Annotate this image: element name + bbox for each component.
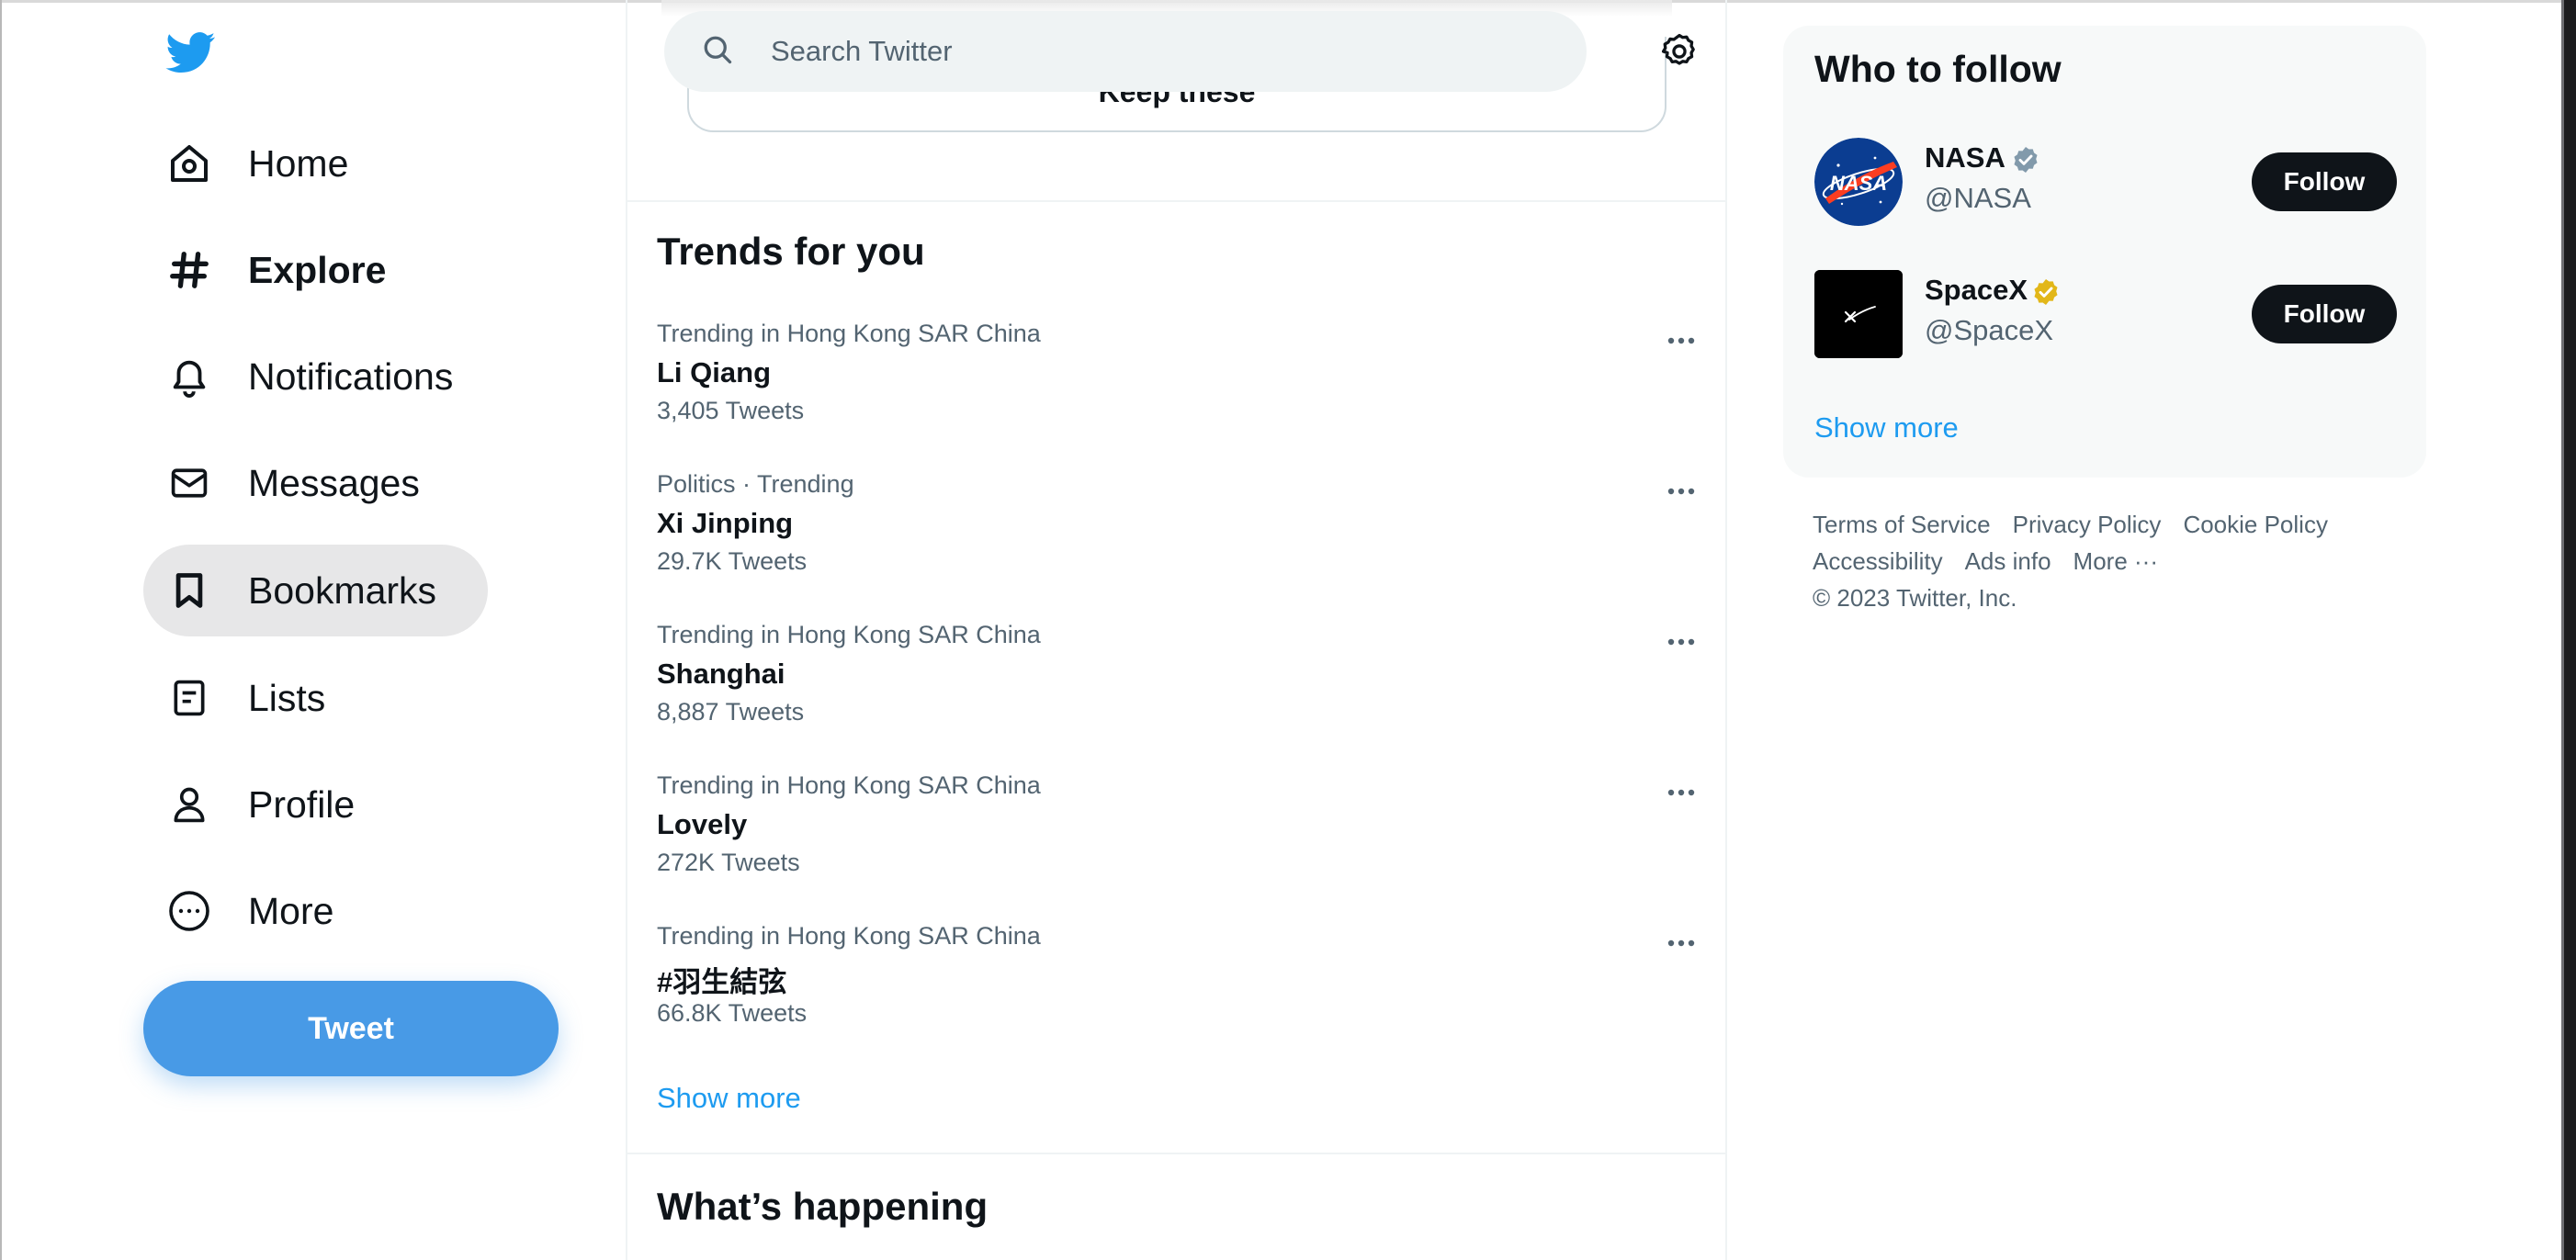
who-to-follow-show-more-link[interactable]: Show more — [1814, 411, 1959, 444]
section-divider — [627, 1153, 1725, 1154]
trend-context: Trending in Hong Kong SAR China — [657, 320, 1041, 347]
verified-badge-icon — [2011, 145, 2040, 174]
who-to-follow-card — [1783, 26, 2426, 478]
hashtag-icon — [165, 246, 213, 294]
nav-profile-label: Profile — [248, 782, 356, 826]
more-dots-icon[interactable] — [1660, 929, 1702, 957]
follow-suggestion-nasa[interactable]: NASA NASA @NASA Follow — [1814, 138, 2402, 226]
trend-context: Trending in Hong Kong SAR China — [657, 621, 1041, 648]
trend-context: Trending in Hong Kong SAR China — [657, 771, 1041, 799]
user-name: SpaceX — [1925, 274, 2028, 306]
trend-context: Politics · Trending — [657, 470, 854, 498]
nav-lists-label: Lists — [248, 676, 326, 719]
nav-messages[interactable]: Messages — [143, 437, 471, 529]
trends-title: Trends for you — [657, 230, 925, 273]
more-dots-icon[interactable] — [1660, 628, 1702, 656]
follow-suggestion-spacex[interactable]: SpaceX @SpaceX Follow — [1814, 270, 2402, 358]
bell-icon — [165, 353, 213, 400]
section-divider — [627, 200, 1725, 202]
settings-gear-icon[interactable] — [1659, 31, 1700, 72]
svg-text:NASA: NASA — [1830, 172, 1887, 195]
footer-link[interactable]: Accessibility — [1813, 547, 1943, 575]
nav-explore[interactable]: Explore — [143, 224, 437, 316]
footer-link[interactable]: Privacy Policy — [2013, 511, 2162, 538]
trend-name: Li Qiang — [657, 356, 771, 388]
footer-links-row-2: Accessibility Ads info More ··· — [1813, 547, 2180, 576]
search-bar[interactable] — [664, 11, 1587, 92]
trend-name: #羽生結弦 — [657, 966, 787, 998]
who-to-follow-title: Who to follow — [1814, 48, 2062, 90]
footer-links-row-1: Terms of Service Privacy Policy Cookie Pol… — [1813, 511, 2350, 539]
more-dots-icon[interactable] — [1660, 327, 1702, 354]
trend-item[interactable]: Trending in Hong Kong SAR China #羽生結弦 66… — [657, 922, 1704, 1060]
footer-link[interactable]: Cookie Policy — [2183, 511, 2328, 538]
footer-copyright: © 2023 Twitter, Inc. — [1813, 584, 2017, 612]
search-input[interactable] — [769, 34, 1508, 69]
more-circle-icon — [165, 887, 213, 935]
trend-item[interactable]: Trending in Hong Kong SAR China Li Qiang… — [657, 320, 1704, 457]
twitter-logo-icon[interactable] — [164, 28, 219, 77]
trend-count: 66.8K Tweets — [657, 999, 808, 1027]
trend-item[interactable]: Trending in Hong Kong SAR China Lovely 2… — [657, 771, 1704, 909]
whats-happening-title: What’s happening — [657, 1185, 989, 1228]
footer-link[interactable]: Terms of Service — [1813, 511, 1991, 538]
follow-button[interactable]: Follow — [2252, 152, 2397, 211]
spacex-avatar[interactable] — [1814, 270, 1903, 358]
trend-count: 3,405 Tweets — [657, 397, 805, 424]
nav-explore-label: Explore — [248, 248, 387, 291]
nav-more-label: More — [248, 889, 334, 932]
tweet-button[interactable]: Tweet — [143, 981, 559, 1076]
nav-home[interactable]: Home — [143, 118, 400, 209]
window-right-edge — [2561, 0, 2576, 1260]
person-icon — [165, 781, 213, 828]
footer-more-link[interactable]: More ··· — [2073, 547, 2158, 575]
nav-notifications[interactable]: Notifications — [143, 331, 504, 422]
trend-item[interactable]: Trending in Hong Kong SAR China Shanghai… — [657, 621, 1704, 759]
footer-link[interactable]: Ads info — [1965, 547, 2051, 575]
trend-name: Lovely — [657, 808, 748, 840]
nav-bookmarks-label: Bookmarks — [248, 568, 437, 612]
trend-name: Xi Jinping — [657, 507, 794, 539]
more-dots-icon[interactable] — [1660, 478, 1702, 505]
nav-notifications-label: Notifications — [248, 354, 454, 398]
list-icon — [165, 674, 213, 722]
verified-badge-gold-icon — [2031, 277, 2061, 307]
nav-messages-label: Messages — [248, 461, 420, 504]
trend-count: 8,887 Tweets — [657, 698, 805, 726]
nav-more[interactable]: More — [143, 865, 385, 957]
follow-button[interactable]: Follow — [2252, 285, 2397, 343]
trend-name: Shanghai — [657, 658, 785, 690]
trends-show-more-link[interactable]: Show more — [657, 1082, 801, 1115]
window-left-border — [0, 0, 2, 1260]
user-handle: @SpaceX — [1925, 314, 2054, 346]
user-name: NASA — [1925, 141, 2005, 174]
trend-count: 29.7K Tweets — [657, 547, 808, 575]
envelope-icon — [165, 459, 213, 507]
more-dots-icon[interactable] — [1660, 779, 1702, 806]
nav-profile[interactable]: Profile — [143, 759, 406, 850]
trend-context: Trending in Hong Kong SAR China — [657, 922, 1041, 950]
nav-lists[interactable]: Lists — [143, 652, 377, 744]
bookmark-icon — [165, 567, 213, 614]
nav-home-label: Home — [248, 141, 349, 185]
search-icon — [701, 33, 738, 70]
trend-item[interactable]: Politics · Trending Xi Jinping 29.7K Twe… — [657, 470, 1704, 608]
nav-bookmarks[interactable]: Bookmarks — [143, 545, 489, 636]
nasa-avatar[interactable]: NASA — [1814, 138, 1903, 226]
home-icon — [165, 140, 213, 187]
trend-count: 272K Tweets — [657, 849, 800, 876]
user-handle: @NASA — [1925, 182, 2031, 214]
